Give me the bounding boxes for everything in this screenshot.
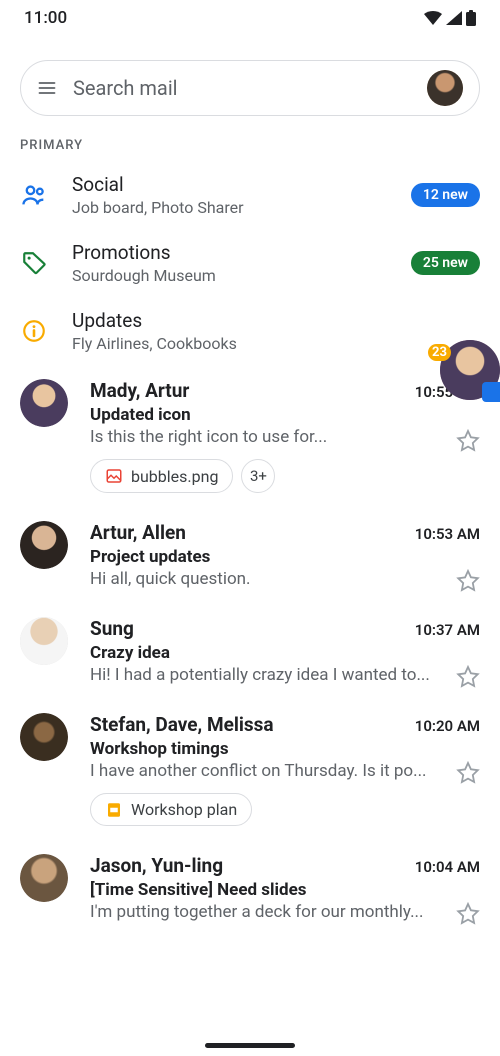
sender-avatar[interactable] xyxy=(20,379,68,427)
messenger-icon xyxy=(482,382,500,402)
sender-avatar[interactable] xyxy=(20,617,68,665)
email-sender: Artur, Allen xyxy=(90,521,186,544)
chat-badge: 23 xyxy=(428,344,451,361)
star-icon[interactable] xyxy=(456,429,480,453)
email-time: 10:20 AM xyxy=(415,717,480,735)
image-icon xyxy=(105,467,123,485)
email-item[interactable]: Jason, Yun-ling 10:04 AM [Time Sensitive… xyxy=(0,840,500,936)
email-subject: Project updates xyxy=(90,547,480,567)
email-sender: Mady, Artur xyxy=(90,379,189,402)
wifi-icon xyxy=(424,11,442,25)
sender-avatar[interactable] xyxy=(20,854,68,902)
email-subject: [Time Sensitive] Need slides xyxy=(90,880,480,900)
star-icon[interactable] xyxy=(456,902,480,926)
email-preview: Hi! I had a potentially crazy idea I wan… xyxy=(90,665,480,685)
email-time: 10:53 AM xyxy=(415,525,480,543)
home-indicator[interactable] xyxy=(205,1043,295,1048)
email-subject: Crazy idea xyxy=(90,643,480,663)
email-preview: I have another conflict on Thursday. Is … xyxy=(90,761,480,781)
search-input[interactable]: Search mail xyxy=(73,76,411,100)
info-icon xyxy=(20,317,48,345)
attachment-chip[interactable]: Workshop plan xyxy=(90,793,252,826)
slides-icon xyxy=(105,801,123,819)
status-icons xyxy=(424,10,476,26)
people-icon xyxy=(20,181,48,209)
attachment-more[interactable]: 3+ xyxy=(241,459,275,493)
chip-label: Workshop plan xyxy=(131,800,237,819)
tab-title: Updates xyxy=(72,309,480,332)
section-label: PRIMARY xyxy=(0,126,500,161)
tab-promotions[interactable]: Promotions Sourdough Museum 25 new xyxy=(0,229,500,297)
badge-new: 12 new xyxy=(411,183,480,207)
email-item[interactable]: Artur, Allen 10:53 AM Project updates Hi… xyxy=(0,507,500,603)
email-preview: Is this the right icon to use for... xyxy=(90,427,480,447)
email-sender: Stefan, Dave, Melissa xyxy=(90,713,274,736)
tab-updates[interactable]: Updates Fly Airlines, Cookbooks xyxy=(0,297,500,365)
attachment-chip[interactable]: bubbles.png xyxy=(90,459,233,493)
chip-label: bubbles.png xyxy=(131,467,218,486)
email-sender: Sung xyxy=(90,617,134,640)
tab-title: Social xyxy=(72,173,387,196)
email-time: 10:04 AM xyxy=(415,858,480,876)
email-preview: Hi all, quick question. xyxy=(90,569,480,589)
email-preview: I'm putting together a deck for our mont… xyxy=(90,902,480,922)
star-icon[interactable] xyxy=(456,569,480,593)
tag-icon xyxy=(20,249,48,277)
star-icon[interactable] xyxy=(456,761,480,785)
sender-avatar[interactable] xyxy=(20,521,68,569)
menu-icon[interactable] xyxy=(37,78,57,98)
tab-social[interactable]: Social Job board, Photo Sharer 12 new xyxy=(0,161,500,229)
search-bar[interactable]: Search mail xyxy=(20,60,480,116)
email-item[interactable]: Mady, Artur 10:55 AM Updated icon Is thi… xyxy=(0,365,500,507)
email-subject: Updated icon xyxy=(90,405,480,425)
status-time: 11:00 xyxy=(24,8,67,28)
tab-subtitle: Job board, Photo Sharer xyxy=(72,198,387,217)
badge-new: 25 new xyxy=(411,251,480,275)
chat-head[interactable]: 23 xyxy=(440,340,500,400)
profile-avatar[interactable] xyxy=(427,70,463,106)
email-sender: Jason, Yun-ling xyxy=(90,854,223,877)
tab-subtitle: Fly Airlines, Cookbooks xyxy=(72,334,480,353)
signal-icon xyxy=(446,11,462,25)
tab-title: Promotions xyxy=(72,241,387,264)
sender-avatar[interactable] xyxy=(20,713,68,761)
email-time: 10:37 AM xyxy=(415,621,480,639)
email-item[interactable]: Sung 10:37 AM Crazy idea Hi! I had a pot… xyxy=(0,603,500,699)
email-subject: Workshop timings xyxy=(90,739,480,759)
star-icon[interactable] xyxy=(456,665,480,689)
status-bar: 11:00 xyxy=(0,0,500,36)
email-item[interactable]: Stefan, Dave, Melissa 10:20 AM Workshop … xyxy=(0,699,500,840)
battery-icon xyxy=(466,10,476,26)
tab-subtitle: Sourdough Museum xyxy=(72,266,387,285)
